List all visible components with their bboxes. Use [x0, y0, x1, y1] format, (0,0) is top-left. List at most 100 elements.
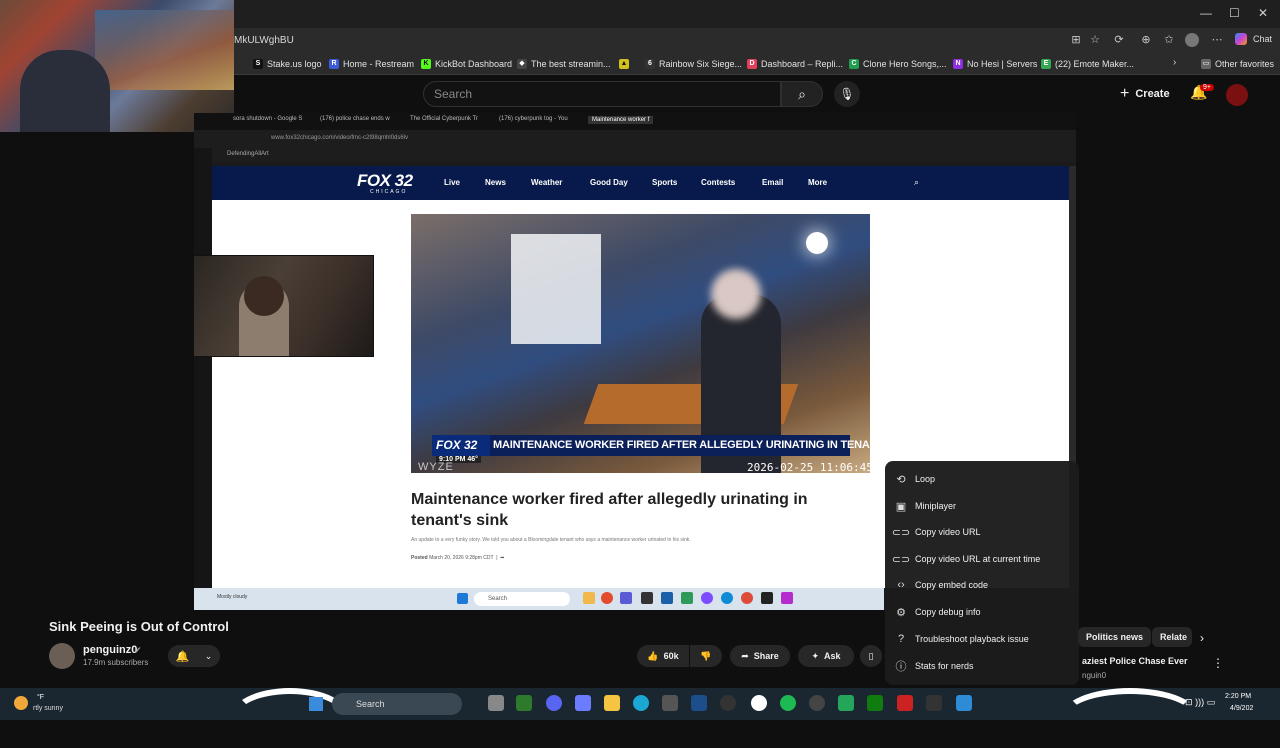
weather-icon[interactable] [14, 696, 28, 710]
maximize-button[interactable]: ☐ [1229, 6, 1240, 20]
puzzle-icon[interactable]: ⊕ [1139, 33, 1153, 47]
app-icon [761, 592, 773, 604]
store-icon[interactable] [662, 695, 678, 711]
subscribed-bell-button[interactable]: 🔔 ⌄ [168, 645, 220, 667]
emote-icon: E [1041, 58, 1051, 69]
more-menu-icon[interactable]: ⋯ [1210, 33, 1224, 47]
app-icon[interactable] [838, 695, 854, 711]
system-tray-icons[interactable]: ⌃ ⊡ ))) ▭ [1175, 697, 1215, 708]
user-avatar[interactable] [1226, 84, 1248, 106]
app-icon [641, 592, 653, 604]
file-explorer-icon[interactable] [604, 695, 620, 711]
search-button[interactable]: ⌕ [781, 81, 823, 107]
search-input[interactable]: Search [434, 87, 472, 101]
stake-icon: S [253, 58, 263, 69]
favorites-icon[interactable]: ✩ [1162, 33, 1176, 47]
edge-icon[interactable] [633, 695, 649, 711]
menu-item-stats[interactable]: ⓘ Stats for nerds [885, 653, 1079, 679]
task-view-icon[interactable] [488, 695, 504, 711]
minimize-button[interactable]: — [1200, 6, 1212, 20]
chip-politics-news[interactable]: Politics news [1078, 627, 1152, 647]
url-text[interactable]: MkULWghBU [234, 35, 294, 46]
bookmark-untitled[interactable]: ▲ [619, 56, 629, 71]
steam-icon [661, 592, 673, 604]
article-subtext: An update to a very funky story. We told… [411, 537, 691, 543]
xbox-icon[interactable] [867, 695, 883, 711]
bookmark-nohesi[interactable]: N No Hesi | Servers [953, 56, 1037, 71]
other-favorites[interactable]: ▭ Other favorites [1201, 56, 1274, 71]
bookmark-kickbot[interactable]: K KickBot Dashboard [421, 56, 512, 71]
split-screen-icon[interactable]: ⊞ [1069, 33, 1083, 47]
copilot-icon[interactable] [1235, 33, 1247, 45]
app-icon[interactable] [575, 695, 591, 711]
obs-icon[interactable] [751, 695, 767, 711]
channel-name[interactable]: penguinz0 [83, 644, 137, 656]
save-button[interactable]: ▯ [860, 645, 882, 667]
folder-icon [583, 592, 595, 604]
app-icon[interactable] [956, 695, 972, 711]
clock-time[interactable]: 2:20 PM [1225, 693, 1251, 700]
chat-button[interactable]: Chat [1253, 34, 1272, 44]
menu-item-embed[interactable]: ‹› Copy embed code [885, 572, 1079, 598]
app-icon[interactable] [720, 695, 736, 711]
bookmark-clonehero[interactable]: C Clone Hero Songs,... [849, 56, 947, 71]
bookmark-stake[interactable]: S Stake.us logo [253, 56, 322, 71]
taskbar-search[interactable]: Search [332, 693, 462, 715]
bookmark-restream[interactable]: R Home - Restream [329, 56, 414, 71]
profile-avatar[interactable] [1185, 33, 1199, 47]
search-icon: ⌕ [798, 86, 806, 102]
thumbs-up-icon: 👍 [647, 650, 659, 661]
steam-icon[interactable] [691, 695, 707, 711]
inner-bookmark: DefendingAllArt [227, 151, 269, 157]
voice-search-button[interactable]: 🎙 [834, 81, 860, 107]
like-button[interactable]: 👍 60k [637, 645, 689, 667]
favorite-star-icon[interactable]: ☆ [1088, 33, 1102, 47]
bell-icon: 🔔 [175, 650, 190, 663]
chevron-right-icon[interactable]: › [1200, 631, 1204, 645]
dislike-button[interactable]: 👎 [690, 645, 722, 667]
weather-desc[interactable]: rtly sunny [33, 705, 63, 712]
camera-timestamp: 2026-02-25 11:06:45 [747, 461, 873, 474]
inner-tab: The Official Cyberpunk Tr [410, 116, 478, 122]
discord-icon[interactable] [546, 695, 562, 711]
inner-taskbar-search: Search [474, 592, 570, 606]
share-button[interactable]: ➦ Share [730, 645, 790, 667]
fox-nav-bar [212, 166, 1069, 200]
bookmark-replit[interactable]: D Dashboard – Repli... [747, 56, 843, 71]
create-button[interactable]: + Create [1120, 84, 1170, 104]
app-icon [601, 592, 613, 604]
menu-item-copy-url[interactable]: ⊂⊃ Copy video URL [885, 519, 1079, 545]
chevron-right-icon[interactable]: › [1173, 57, 1176, 68]
app-icon[interactable] [897, 695, 913, 711]
related-video-channel: nguin0 [1082, 671, 1107, 680]
bookmark-streaming[interactable]: ◆ The best streamin... [517, 56, 611, 71]
windows-start-icon[interactable] [309, 697, 323, 711]
menu-item-copy-url-time[interactable]: ⊂⊃ Copy video URL at current time [885, 546, 1079, 572]
bookmark-r6[interactable]: 6 Rainbow Six Siege... [645, 56, 742, 71]
search-box[interactable] [423, 81, 781, 107]
article-posted: Posted March 20, 2026 9:28pm CDT | ➦ [411, 555, 505, 561]
nvidia-icon[interactable] [516, 695, 532, 711]
windows-start-icon [457, 593, 468, 604]
menu-item-debug[interactable]: ⚙ Copy debug info [885, 599, 1079, 625]
fox-nav-sports: Sports [652, 178, 678, 187]
edge-icon [721, 592, 733, 604]
ask-button[interactable]: ✦ Ask [798, 645, 854, 667]
menu-item-loop[interactable]: ⟲ Loop [885, 466, 1079, 492]
menu-item-troubleshoot[interactable]: ? Troubleshoot playback issue [885, 626, 1079, 652]
app-icon[interactable] [809, 695, 825, 711]
related-video-title[interactable]: aziest Police Chase Ever [1082, 656, 1188, 666]
bookmark-emote[interactable]: E (22) Emote Maker... [1041, 56, 1134, 71]
close-window-button[interactable]: ✕ [1258, 6, 1268, 20]
app-icon[interactable] [926, 695, 942, 711]
extensions-icon[interactable]: ⟳ [1112, 33, 1126, 47]
fox-nav-goodday: Good Day [590, 178, 628, 187]
chip-related[interactable]: Relate [1152, 627, 1192, 647]
menu-item-miniplayer[interactable]: ▣ Miniplayer [885, 493, 1079, 519]
spotify-icon[interactable] [780, 695, 796, 711]
clock-date[interactable]: 4/9/202 [1230, 705, 1253, 712]
more-options-icon[interactable]: ⋮ [1212, 656, 1224, 670]
nohesi-icon: N [953, 58, 963, 69]
channel-avatar[interactable] [49, 643, 75, 669]
weather-temp[interactable]: °F [37, 694, 44, 701]
